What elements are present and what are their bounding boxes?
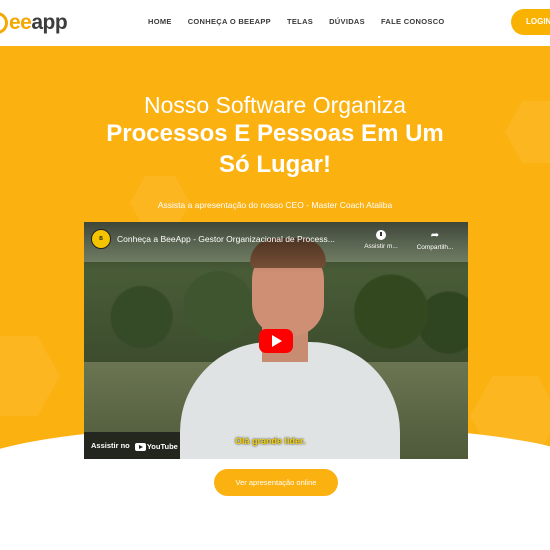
hero-title-line-2: Processos E Pessoas Em Um bbox=[106, 120, 444, 147]
share-button[interactable]: ➦ Compartilh... bbox=[409, 230, 461, 251]
youtube-logo: YouTube bbox=[134, 433, 178, 459]
nav-duvidas[interactable]: DÚVIDAS bbox=[329, 17, 365, 26]
nav-conheca[interactable]: CONHEÇA O BEEAPP bbox=[188, 17, 271, 26]
youtube-label: YouTube bbox=[146, 441, 178, 451]
hero-title-line-3: Só Lugar! bbox=[219, 151, 331, 178]
beeapp-logo[interactable]: eeapp bbox=[0, 10, 68, 36]
watch-later-label: Assistir m... bbox=[364, 243, 398, 250]
logo-mark bbox=[0, 12, 8, 34]
share-arrow-icon: ➦ bbox=[430, 230, 440, 241]
nav-telas[interactable]: TELAS bbox=[287, 17, 313, 26]
nav-home[interactable]: HOME bbox=[148, 17, 172, 26]
login-button[interactable]: LOGIN bbox=[511, 9, 550, 35]
site-header: eeapp HOME CONHEÇA O BEEAPP TELAS DÚVIDA… bbox=[0, 0, 550, 46]
youtube-play-icon bbox=[134, 442, 146, 451]
hero-title-line-1: Nosso Software Organiza bbox=[143, 92, 407, 118]
watch-on-youtube-button[interactable]: Assistir no YouTube bbox=[84, 432, 180, 459]
view-presentation-button[interactable]: Ver apresentação online bbox=[214, 469, 338, 496]
logo-text-rest: app bbox=[31, 11, 68, 34]
watch-on-label: Assistir no bbox=[91, 441, 130, 450]
hero-subtitle: Assista a apresentação do nosso CEO - Ma… bbox=[157, 200, 393, 210]
clock-icon bbox=[376, 230, 386, 240]
video-caption: Olá grande líder. bbox=[235, 436, 306, 446]
video-title[interactable]: Conheça a BeeApp - Gestor Organizacional… bbox=[117, 234, 355, 244]
youtube-video-embed[interactable]: B Conheça a BeeApp - Gestor Organizacion… bbox=[84, 222, 468, 459]
logo-text-accent: ee bbox=[9, 11, 32, 34]
decorative-hexagon bbox=[0, 336, 60, 416]
main-nav: HOME CONHEÇA O BEEAPP TELAS DÚVIDAS FALE… bbox=[148, 17, 461, 26]
share-label: Compartilh... bbox=[416, 244, 454, 251]
watch-later-button[interactable]: Assistir m... bbox=[355, 230, 407, 250]
channel-avatar[interactable]: B bbox=[91, 229, 111, 249]
play-button[interactable] bbox=[259, 329, 293, 353]
nav-fale-conosco[interactable]: FALE CONOSCO bbox=[381, 17, 445, 26]
